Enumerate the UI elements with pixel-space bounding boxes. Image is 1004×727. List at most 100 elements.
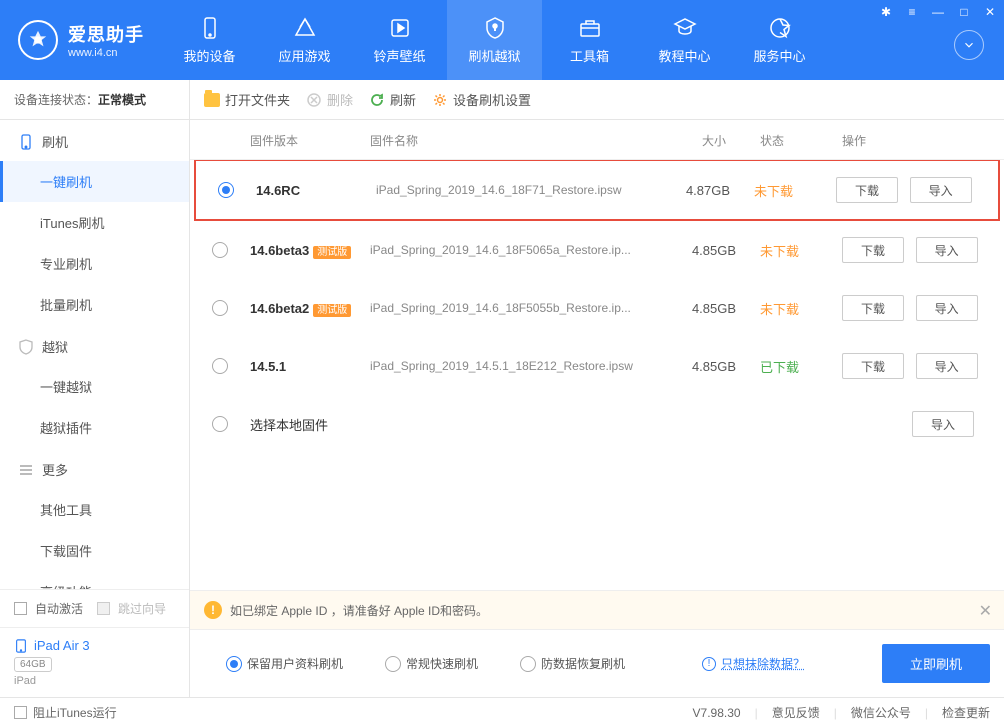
firmware-size: 4.87GB: [668, 183, 748, 198]
firmware-size: 4.85GB: [674, 301, 754, 316]
download-button[interactable]: 下载: [842, 295, 904, 321]
header-action: 操作: [824, 132, 1004, 149]
nav-tutorial[interactable]: 教程中心: [637, 0, 732, 80]
table-header: 固件版本 固件名称 大小 状态 操作: [190, 120, 1004, 160]
app-logo-icon: [18, 20, 58, 60]
win-menu-icon[interactable]: ≡: [904, 4, 920, 20]
download-button[interactable]: 下载: [842, 353, 904, 379]
main-nav: 我的设备 应用游戏 铃声壁纸 刷机越狱 工具箱 教程中心 服务中心: [162, 0, 827, 80]
radio-icon: [385, 656, 401, 672]
refresh-button[interactable]: 刷新: [369, 90, 416, 109]
firmware-row[interactable]: 14.5.1 iPad_Spring_2019_14.5.1_18E212_Re…: [190, 337, 1004, 395]
firmware-size: 4.85GB: [674, 243, 754, 258]
nav-apps-games[interactable]: 应用游戏: [257, 0, 352, 80]
import-button[interactable]: 导入: [916, 237, 978, 263]
opt-anti-recovery[interactable]: 防数据恢复刷机: [498, 655, 625, 672]
gear-icon: [432, 92, 448, 108]
opt-keep-data[interactable]: 保留用户资料刷机: [204, 655, 343, 672]
update-link[interactable]: 检查更新: [942, 704, 990, 721]
beta-badge: 测试版: [313, 304, 351, 317]
radio-icon: [520, 656, 536, 672]
sidebar-item-itunes-flash[interactable]: iTunes刷机: [0, 202, 189, 243]
firmware-version: 14.5.1: [240, 359, 370, 374]
import-button[interactable]: 导入: [910, 177, 972, 203]
download-button[interactable]: 下载: [836, 177, 898, 203]
auto-activate-checkbox[interactable]: [14, 602, 27, 615]
local-firmware-label: 选择本地固件: [240, 415, 674, 434]
sidebar-item-one-click-flash[interactable]: 一键刷机: [0, 161, 189, 202]
sidebar-group-more[interactable]: 更多: [0, 448, 189, 489]
sidebar-item-advanced[interactable]: 高级功能: [0, 571, 189, 589]
delete-button[interactable]: 删除: [306, 90, 353, 109]
sidebar-item-batch-flash[interactable]: 批量刷机: [0, 284, 189, 325]
win-maximize-icon[interactable]: □: [956, 4, 972, 20]
firmware-list: 14.6RC iPad_Spring_2019_14.6_18F71_Resto…: [190, 160, 1004, 590]
import-button[interactable]: 导入: [916, 353, 978, 379]
window-controls: ✱ ≡ — □ ✕: [878, 4, 998, 20]
firmware-row[interactable]: 14.6beta3测试版 iPad_Spring_2019_14.6_18F50…: [190, 221, 1004, 279]
header-version: 固件版本: [240, 132, 370, 149]
sidebar-item-pro-flash[interactable]: 专业刷机: [0, 243, 189, 284]
prevent-itunes-checkbox[interactable]: [14, 706, 27, 719]
win-skin-icon[interactable]: ✱: [878, 4, 894, 20]
local-firmware-row[interactable]: 选择本地固件 导入: [190, 395, 1004, 453]
nav-flash-jailbreak[interactable]: 刷机越狱: [447, 0, 542, 80]
notice-close-icon[interactable]: ✕: [979, 601, 992, 621]
sidebar-group-jailbreak[interactable]: 越狱: [0, 325, 189, 366]
nav-ringtone-wallpaper[interactable]: 铃声壁纸: [352, 0, 447, 80]
prevent-itunes-label: 阻止iTunes运行: [33, 704, 117, 721]
sidebar-item-other-tools[interactable]: 其他工具: [0, 489, 189, 530]
top-bar: 设备连接状态：正常模式 打开文件夹 删除 刷新 设备刷机设置: [0, 80, 1004, 120]
sidebar-item-one-click-jailbreak[interactable]: 一键越狱: [0, 366, 189, 407]
firmware-radio[interactable]: [212, 416, 228, 432]
firmware-name: iPad_Spring_2019_14.6_18F5055b_Restore.i…: [370, 301, 674, 315]
sidebar-checkboxes: 自动激活 跳过向导: [0, 590, 189, 627]
header-status: 状态: [754, 132, 824, 149]
device-name[interactable]: iPad Air 3: [14, 638, 175, 653]
firmware-radio[interactable]: [212, 358, 228, 374]
skip-wizard-checkbox[interactable]: [97, 602, 110, 615]
shield-icon: [18, 339, 34, 355]
sidebar-item-jailbreak-plugins[interactable]: 越狱插件: [0, 407, 189, 448]
firmware-name: iPad_Spring_2019_14.6_18F5065a_Restore.i…: [370, 243, 674, 257]
radio-icon: [226, 656, 242, 672]
firmware-radio[interactable]: [218, 182, 234, 198]
wechat-link[interactable]: 微信公众号: [851, 704, 911, 721]
nav-toolbox[interactable]: 工具箱: [542, 0, 637, 80]
feedback-link[interactable]: 意见反馈: [772, 704, 820, 721]
nav-my-device[interactable]: 我的设备: [162, 0, 257, 80]
firmware-name: iPad_Spring_2019_14.5.1_18E212_Restore.i…: [370, 359, 674, 373]
nav-dropdown[interactable]: [954, 30, 984, 60]
firmware-size: 4.85GB: [674, 359, 754, 374]
import-button[interactable]: 导入: [912, 411, 974, 437]
sidebar-group-flash[interactable]: 刷机: [0, 120, 189, 161]
download-button[interactable]: 下载: [842, 237, 904, 263]
firmware-version: 14.6RC: [246, 183, 376, 198]
flash-options: 保留用户资料刷机 常规快速刷机 防数据恢复刷机 !只想抹除数据？ 立即刷机: [190, 629, 1004, 697]
win-close-icon[interactable]: ✕: [982, 4, 998, 20]
firmware-status: 未下载: [748, 181, 818, 200]
delete-icon: [306, 92, 322, 108]
folder-icon: [204, 93, 220, 107]
opt-normal-flash[interactable]: 常规快速刷机: [363, 655, 478, 672]
flash-settings-button[interactable]: 设备刷机设置: [432, 90, 531, 109]
sidebar-item-download-firmware[interactable]: 下载固件: [0, 530, 189, 571]
device-type: iPad: [14, 675, 175, 687]
app-header: 爱思助手 www.i4.cn 我的设备 应用游戏 铃声壁纸 刷机越狱 工具箱 教…: [0, 0, 1004, 80]
firmware-row[interactable]: 14.6beta2测试版 iPad_Spring_2019_14.6_18F50…: [190, 279, 1004, 337]
firmware-status: 已下载: [754, 357, 824, 376]
firmware-name: iPad_Spring_2019_14.6_18F71_Restore.ipsw: [376, 183, 668, 197]
erase-only-link[interactable]: !只想抹除数据？: [702, 655, 805, 672]
content: 固件版本 固件名称 大小 状态 操作 14.6RC iPad_Spring_20…: [190, 120, 1004, 697]
win-minimize-icon[interactable]: —: [930, 4, 946, 20]
nav-service[interactable]: 服务中心: [732, 0, 827, 80]
flash-now-button[interactable]: 立即刷机: [882, 644, 990, 683]
firmware-radio[interactable]: [212, 300, 228, 316]
firmware-radio[interactable]: [212, 242, 228, 258]
refresh-icon: [369, 92, 385, 108]
firmware-row[interactable]: 14.6RC iPad_Spring_2019_14.6_18F71_Resto…: [194, 160, 1000, 221]
firmware-version: 14.6beta2测试版: [240, 301, 370, 316]
device-icon: [18, 134, 34, 150]
open-folder-button[interactable]: 打开文件夹: [204, 90, 290, 109]
import-button[interactable]: 导入: [916, 295, 978, 321]
